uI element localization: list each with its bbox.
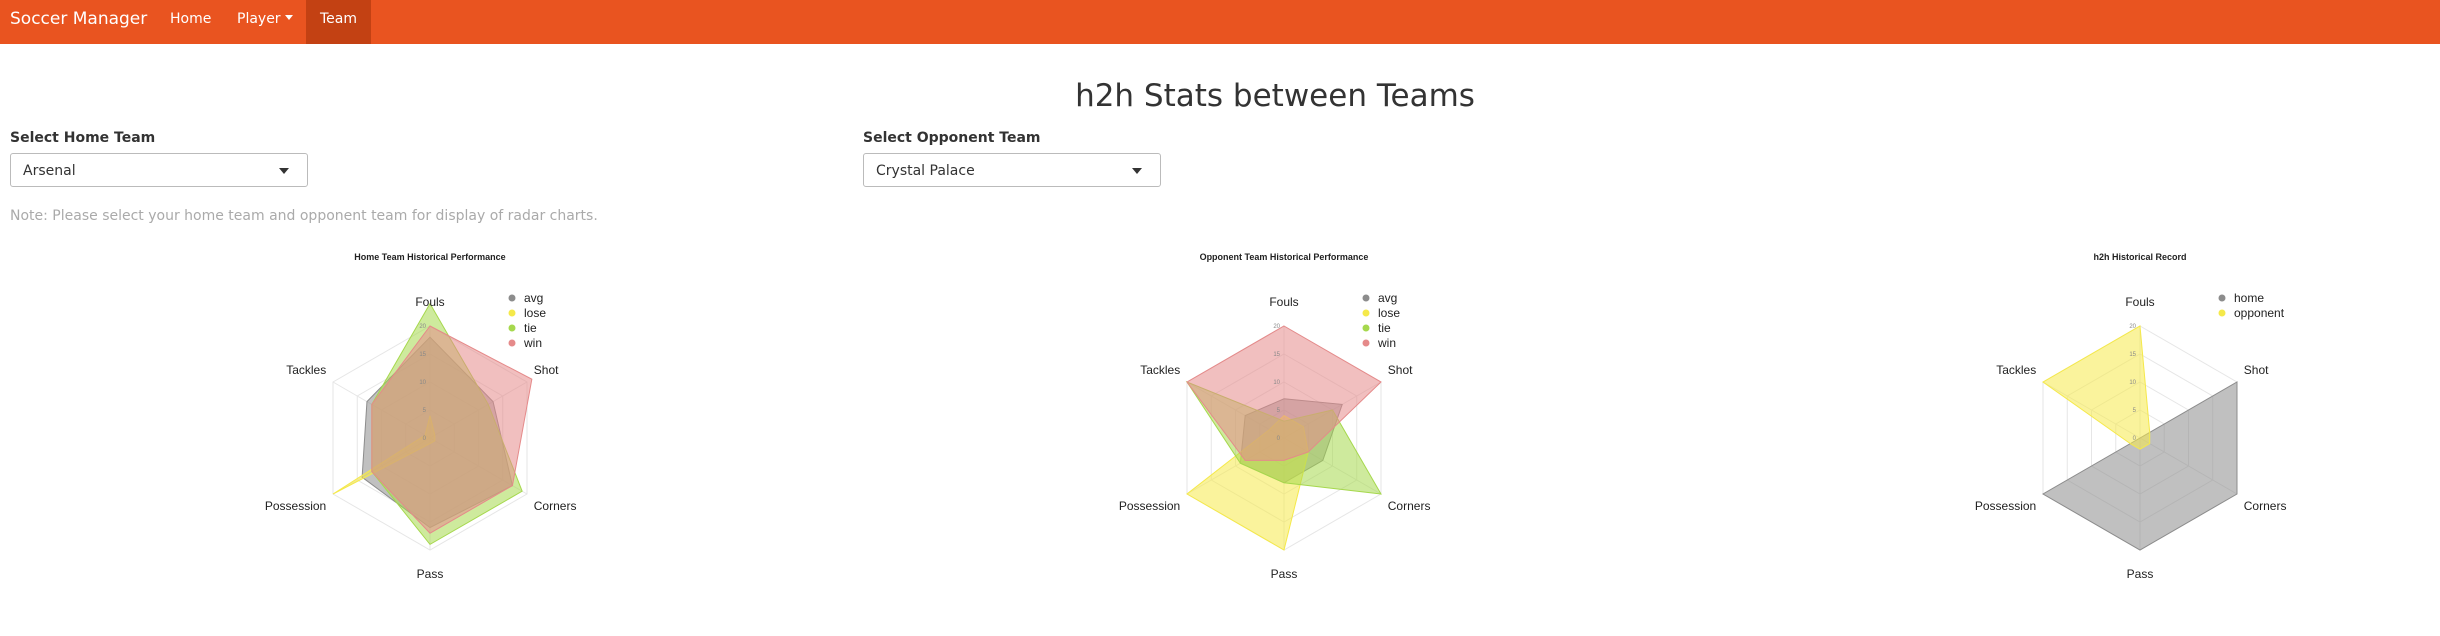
legend-label: home [2234, 291, 2264, 305]
axis-label-tackles: Tackles [286, 363, 326, 377]
series-win [1186, 325, 1382, 461]
tick-label: 20 [1273, 324, 1280, 330]
legend-label: lose [524, 306, 546, 320]
tick-label: 20 [419, 324, 426, 330]
legend-label: avg [1378, 291, 1397, 305]
nav-home[interactable]: Home [170, 0, 211, 44]
axis-label-tackles: Tackles [1140, 363, 1180, 377]
home-radar-svg: Home Team Historical Performance05101520… [265, 252, 577, 581]
tick-label: 20 [2129, 324, 2136, 330]
h2h-radar-svg: h2h Historical Record05101520FoulsShotCo… [1975, 252, 2287, 581]
dropdown-arrow-icon [279, 168, 289, 174]
home-team-label: Select Home Team [10, 130, 156, 146]
nav-player-label: Player [237, 11, 281, 27]
legend-marker [1362, 294, 1370, 302]
tick-label: 10 [1273, 380, 1280, 386]
axis-label-shot: Shot [534, 363, 559, 377]
navbar: Soccer Manager Home Player Team [0, 0, 2440, 44]
legend-label: opponent [2234, 306, 2285, 320]
tick-label: 10 [419, 380, 426, 386]
tick-label: 10 [2129, 380, 2136, 386]
nav-player[interactable]: Player [237, 0, 293, 44]
series-opponent [2042, 325, 2151, 450]
legend-label: tie [1378, 321, 1391, 335]
opponent-radar-chart: Opponent Team Historical Performance 0 5 10… [1094, 248, 1474, 588]
opponent-radar-svg: Opponent Team Historical Performance0510… [1119, 252, 1431, 581]
home-radar-chart: Home Team Historical Performance 0 5 10 15 20… [240, 248, 620, 588]
legend-label: lose [1378, 306, 1400, 320]
brand[interactable]: Soccer Manager [10, 0, 147, 44]
axis-label-shot: Shot [2244, 363, 2269, 377]
axis-label-fouls: Fouls [2125, 295, 2154, 309]
home-team-select[interactable]: Arsenal [10, 153, 308, 187]
home-team-value: Arsenal [23, 163, 76, 179]
axis-label-corners: Corners [534, 499, 577, 513]
legend-marker [2218, 309, 2226, 317]
axis-label-pass: Pass [417, 567, 444, 581]
dropdown-arrow-icon [1132, 168, 1142, 174]
opponent-team-value: Crystal Palace [876, 163, 975, 179]
chart-title: Home Team Historical Performance [354, 252, 505, 262]
axis-label-corners: Corners [1388, 499, 1431, 513]
tick-label: 15 [2129, 352, 2136, 358]
opponent-team-label: Select Opponent Team [863, 130, 1041, 146]
axis-label-pass: Pass [1271, 567, 1298, 581]
nav-team[interactable]: Team [306, 0, 371, 44]
axis-label-fouls: Fouls [1269, 295, 1298, 309]
axis-label-fouls: Fouls [415, 295, 444, 309]
axis-label-possession: Possession [1119, 499, 1180, 513]
axis-label-tackles: Tackles [1996, 363, 2036, 377]
legend-marker [1362, 309, 1370, 317]
legend-label: tie [524, 321, 537, 335]
legend-label: avg [524, 291, 543, 305]
legend-marker [508, 324, 516, 332]
legend-marker [508, 309, 516, 317]
legend-marker [508, 294, 516, 302]
axis-label-shot: Shot [1388, 363, 1413, 377]
axis-label-possession: Possession [265, 499, 326, 513]
tick-label: 15 [1273, 352, 1280, 358]
legend-marker [2218, 294, 2226, 302]
chevron-down-icon [284, 14, 293, 20]
legend-label: win [1377, 336, 1396, 350]
page-title: h2h Stats between Teams [1075, 78, 1475, 114]
note-text: Note: Please select your home team and o… [10, 208, 598, 224]
tick-label: 15 [419, 352, 426, 358]
legend-label: win [523, 336, 542, 350]
opponent-team-select[interactable]: Crystal Palace [863, 153, 1161, 187]
legend-marker [1362, 324, 1370, 332]
axis-label-pass: Pass [2127, 567, 2154, 581]
legend-marker [1362, 339, 1370, 347]
chart-title: Opponent Team Historical Performance [1200, 252, 1369, 262]
chart-title: h2h Historical Record [2093, 252, 2186, 262]
axis-label-possession: Possession [1975, 499, 2036, 513]
h2h-radar-chart: h2h Historical Record 0 5 10 15 20 Fouls Shot Co… [1950, 248, 2330, 588]
legend-marker [508, 339, 516, 347]
axis-label-corners: Corners [2244, 499, 2287, 513]
